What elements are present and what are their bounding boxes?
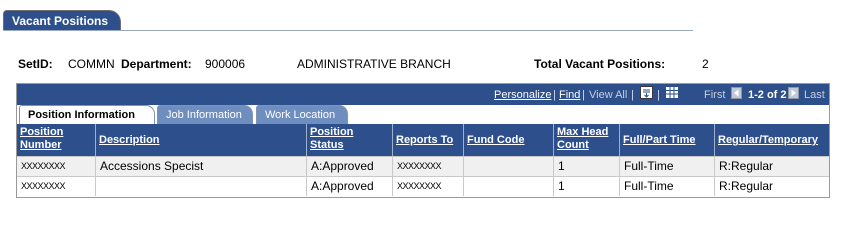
toolbar-separator: |: [582, 89, 585, 101]
cell-position-status: A:Approved: [307, 176, 393, 196]
cell-reports-to: XXXXXXXX: [393, 156, 464, 176]
vacant-positions-grid: Personalize | Find | View All | | First …: [16, 83, 830, 198]
column-header-description[interactable]: Description: [96, 124, 307, 156]
cell-position-status: A:Approved: [307, 156, 393, 176]
cell-regular-temporary: R:Regular: [715, 176, 829, 196]
personalize-link[interactable]: Personalize: [494, 89, 551, 101]
cell-max-head-count: 1: [554, 156, 620, 176]
column-header-regular-temporary[interactable]: Regular/Temporary: [715, 124, 829, 156]
grid-header-row: Position Number Description Position Sta…: [17, 124, 829, 156]
department-label: Department:: [121, 57, 192, 71]
row-range: 1-2 of 2: [748, 89, 787, 101]
last-arrow-icon[interactable]: [788, 87, 799, 99]
total-vacant-value: 2: [702, 57, 709, 71]
column-header-full-part-time[interactable]: Full/Part Time: [620, 124, 715, 156]
cell-fund-code: [464, 176, 554, 196]
toolbar-separator: |: [553, 89, 556, 101]
grid-tabs: Position Information Job Information Wor…: [17, 105, 829, 124]
toolbar-separator: |: [657, 89, 660, 101]
page-title: Vacant Positions: [3, 10, 121, 30]
tab-position-information[interactable]: Position Information: [19, 105, 155, 124]
column-header-position-status[interactable]: Position Status: [307, 124, 393, 156]
cell-max-head-count: 1: [554, 176, 620, 196]
column-header-fund-code[interactable]: Fund Code: [464, 124, 554, 156]
cell-position-number: XXXXXXXX: [17, 156, 96, 176]
department-name: ADMINISTRATIVE BRANCH: [297, 57, 451, 71]
total-vacant-label: Total Vacant Positions:: [534, 57, 666, 71]
view-all-link[interactable]: View All: [589, 89, 627, 101]
tab-work-location[interactable]: Work Location: [256, 105, 348, 124]
download-icon[interactable]: [640, 86, 653, 99]
first-arrow-icon[interactable]: [731, 87, 742, 99]
cell-position-number: XXXXXXXX: [17, 176, 96, 196]
cell-description: Accessions Specist: [96, 156, 307, 176]
find-link[interactable]: Find: [559, 89, 580, 101]
cell-full-part-time: Full-Time: [620, 156, 715, 176]
tab-job-information[interactable]: Job Information: [157, 105, 253, 124]
grid-view-icon[interactable]: [666, 87, 678, 98]
setid-value: COMMN: [68, 57, 115, 71]
first-label: First: [704, 89, 726, 101]
cell-fund-code: [464, 156, 554, 176]
title-divider: [3, 30, 693, 31]
cell-regular-temporary: R:Regular: [715, 156, 829, 176]
toolbar-separator: |: [631, 89, 634, 101]
column-header-max-head-count[interactable]: Max Head Count: [554, 124, 620, 156]
column-header-position-number[interactable]: Position Number: [17, 124, 96, 156]
cell-description: [96, 176, 307, 196]
setid-label: SetID:: [18, 57, 53, 71]
cell-full-part-time: Full-Time: [620, 176, 715, 196]
column-header-reports-to[interactable]: Reports To: [393, 124, 464, 156]
department-code: 900006: [205, 57, 246, 71]
last-label: Last: [804, 89, 825, 101]
table-row: XXXXXXXX Accessions Specist A:Approved X…: [17, 156, 829, 176]
cell-reports-to: XXXXXXXX: [393, 176, 464, 196]
table-row: XXXXXXXX A:Approved XXXXXXXX 1 Full-Time…: [17, 176, 829, 196]
grid-toolbar: Personalize | Find | View All | | First …: [17, 84, 829, 105]
